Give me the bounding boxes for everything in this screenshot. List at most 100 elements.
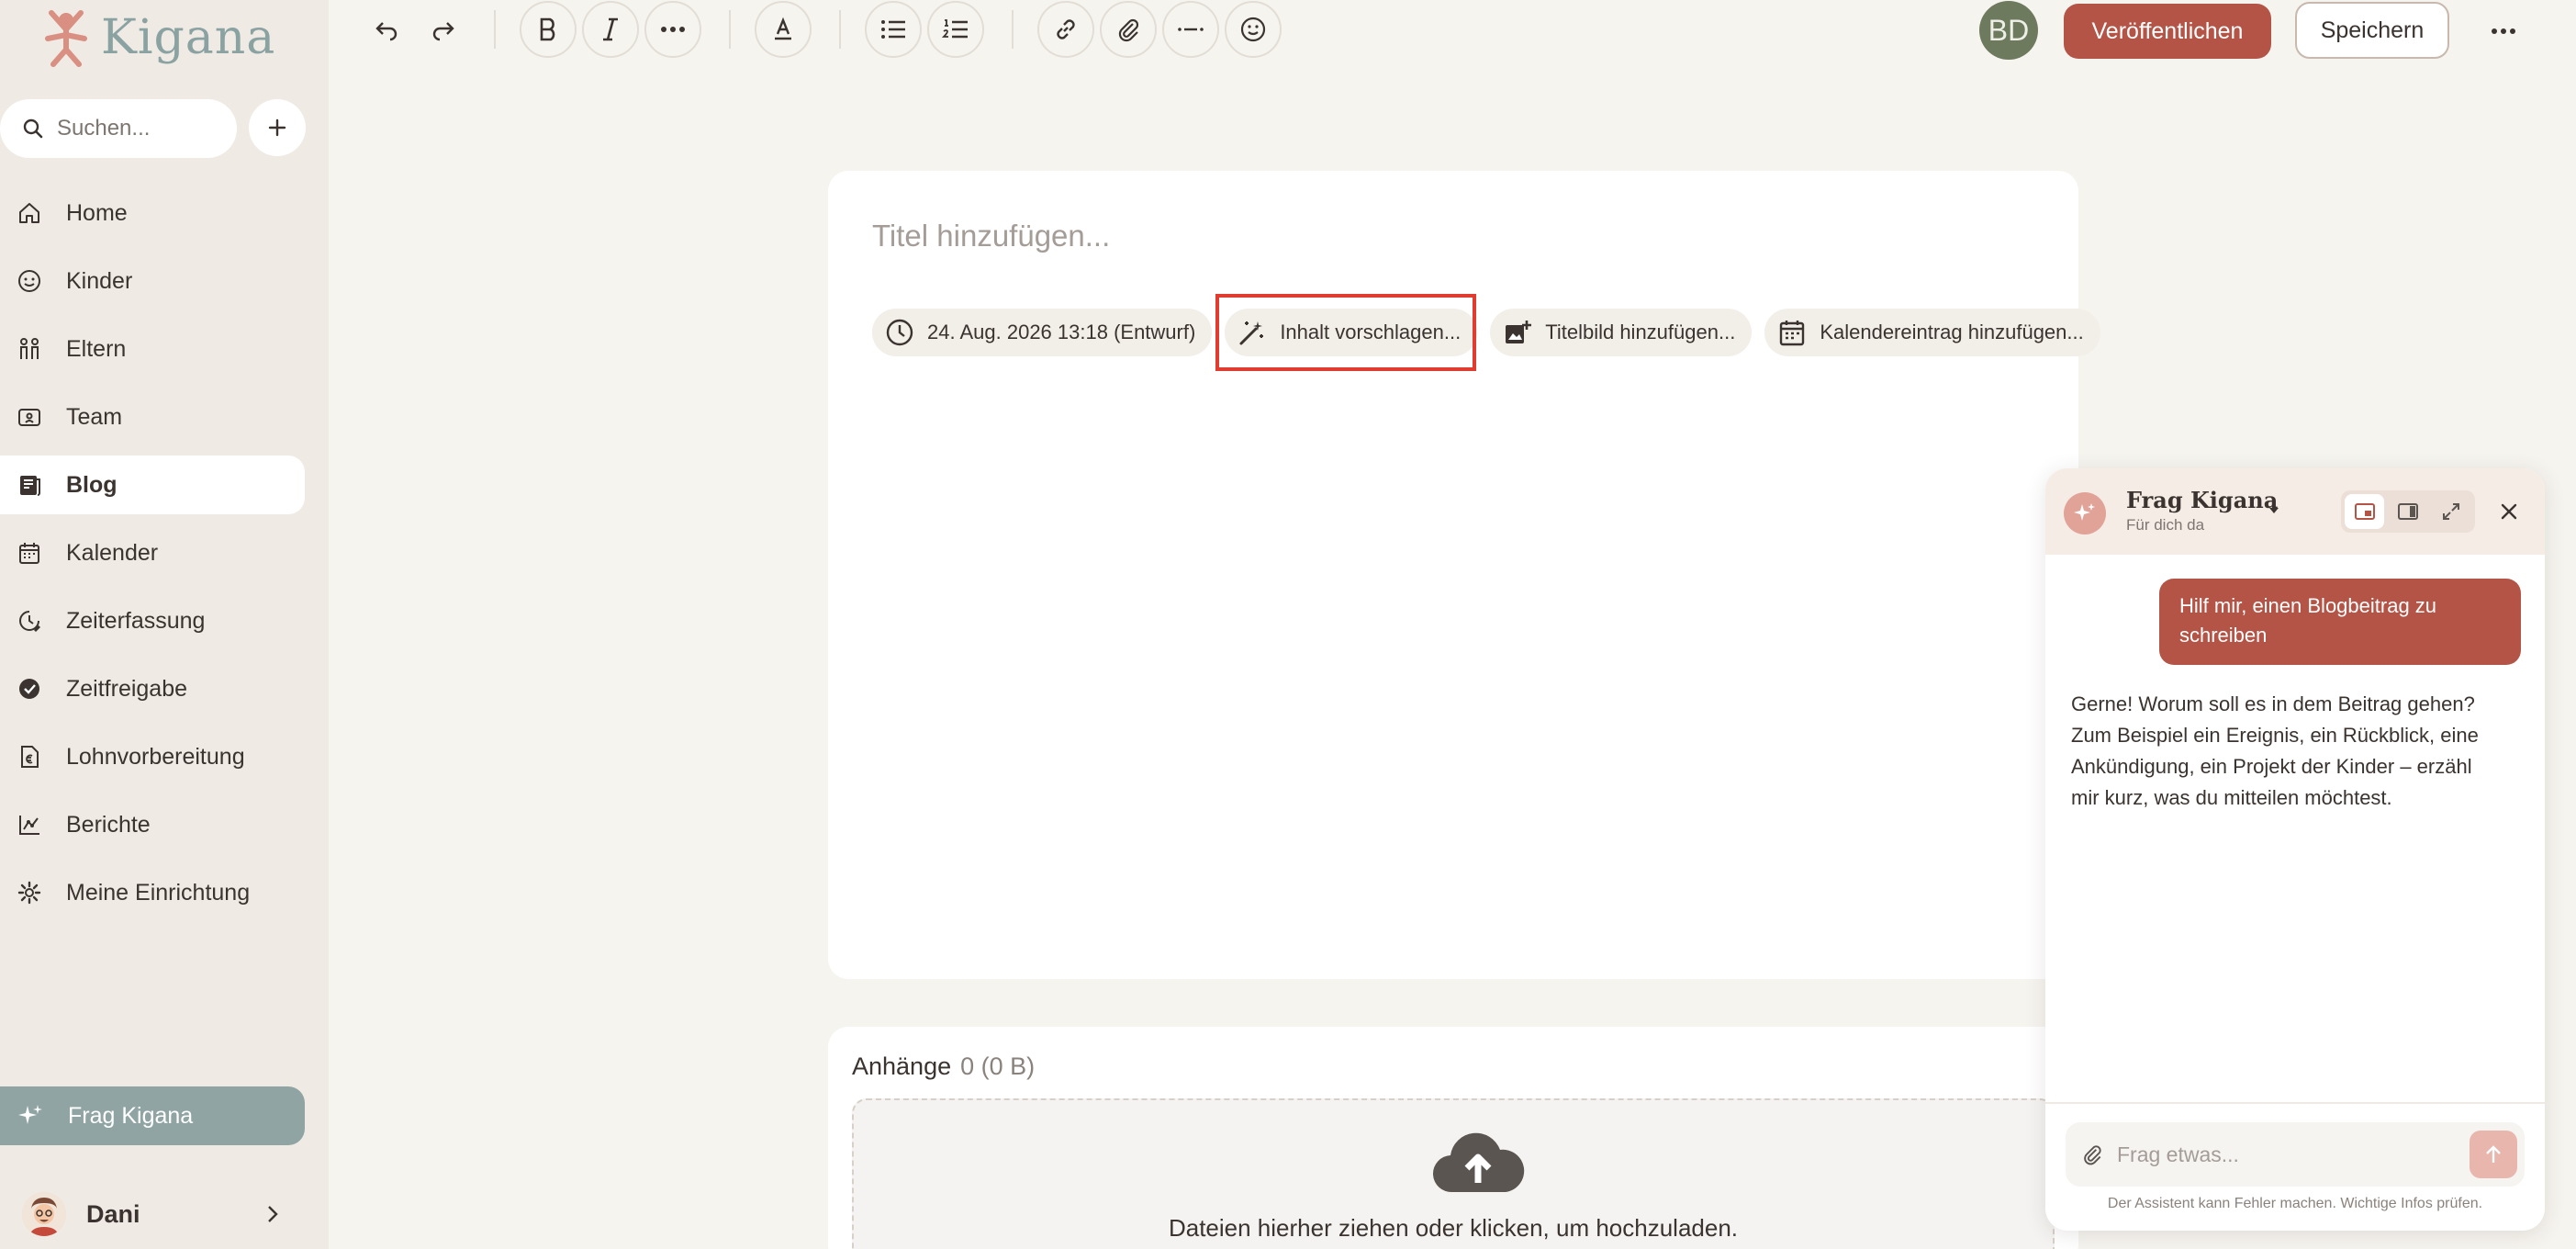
kigana-logo-icon	[45, 10, 87, 67]
attachments-card: Anhänge 0 (0 B) Dateien hierher ziehen od…	[828, 1027, 2078, 1249]
sidebar-item-zeiterfassung[interactable]: Zeiterfassung	[0, 591, 305, 650]
sidebar-item-label: Team	[66, 403, 123, 430]
upload-dropzone[interactable]: Dateien hierher ziehen oder klicken, um …	[852, 1098, 2055, 1249]
sidebar-item-label: Zeiterfassung	[66, 607, 206, 634]
sidebar-item-lohnvorbereitung[interactable]: Lohnvorbereitung	[0, 727, 305, 786]
sidebar-item-team[interactable]: Team	[0, 388, 305, 446]
logo-text: Kigana	[101, 10, 276, 65]
floating-view-button[interactable]	[2345, 494, 2385, 529]
clock-icon	[17, 608, 42, 634]
sidebar-item-label: Meine Einrichtung	[66, 879, 251, 906]
emoji-button[interactable]	[1225, 1, 1282, 58]
chat-disclaimer: Der Assistent kann Fehler machen. Wichti…	[2107, 1196, 2483, 1211]
attachments-count: 0 (0 B)	[960, 1052, 1036, 1080]
italic-icon	[603, 17, 618, 41]
add-button[interactable]	[249, 99, 306, 156]
editor-card[interactable]: Titel hinzufügen... 24. Aug. 2026 13:18 …	[828, 171, 2100, 979]
sidebar-item-label: Kinder	[66, 267, 133, 294]
picture-in-picture-icon	[2354, 503, 2375, 520]
send-button[interactable]	[2470, 1131, 2517, 1178]
divider-button[interactable]	[1162, 1, 1219, 58]
link-button[interactable]	[1037, 1, 1094, 58]
sidebar-item-label: Eltern	[66, 335, 127, 362]
calendar-entry-chip[interactable]: Kalendereintrag hinzufügen...	[1764, 309, 2100, 356]
chat-input[interactable]	[2117, 1142, 2447, 1167]
arrow-up-icon	[2486, 1145, 2501, 1163]
sidebar-item-frag-kigana[interactable]: Frag Kigana	[0, 1086, 305, 1145]
bold-button[interactable]	[520, 1, 577, 58]
expand-icon	[2443, 503, 2460, 520]
sidebar-item-zeitfreigabe[interactable]: Zeitfreigabe	[0, 659, 305, 718]
sidebar-item-blog[interactable]: Blog	[0, 456, 305, 514]
undo-button[interactable]	[358, 1, 415, 58]
sidebar-item-label: Kalender	[66, 539, 159, 566]
paperclip-icon	[1118, 18, 1139, 42]
chat-subtitle: Für dich da	[2126, 516, 2205, 534]
chevron-down-icon[interactable]	[2268, 507, 2279, 514]
sidebar-view-button[interactable]	[2388, 494, 2427, 529]
check-circle-icon	[17, 676, 42, 702]
emoji-icon	[1240, 17, 1266, 42]
sidebar-item-kalender[interactable]: Kalender	[0, 523, 305, 582]
italic-button[interactable]	[582, 1, 639, 58]
close-button[interactable]	[2493, 496, 2525, 527]
attach-button[interactable]	[1100, 1, 1157, 58]
paperclip-icon[interactable]	[2080, 1142, 2104, 1166]
sidebar-item-label: Berichte	[66, 811, 151, 838]
expand-view-button[interactable]	[2432, 494, 2471, 529]
title-input[interactable]: Titel hinzufügen...	[872, 219, 1110, 253]
home-icon	[17, 200, 42, 226]
date-chip[interactable]: 24. Aug. 2026 13:18 (Entwurf)	[872, 309, 1213, 356]
sidebar-item-eltern[interactable]: Eltern	[0, 320, 305, 378]
user-menu[interactable]: Dani	[0, 1185, 305, 1243]
bold-icon	[540, 17, 555, 41]
chat-panel: Frag Kigana Für dich da Hilf mir, einen …	[2045, 468, 2545, 1231]
avatar	[22, 1192, 66, 1236]
add-image-icon	[1506, 321, 1532, 343]
sidebar-item-home[interactable]: Home	[0, 184, 305, 242]
close-icon	[2501, 503, 2517, 520]
sidebar-item-label: Zeitfreigabe	[66, 675, 188, 702]
more-format-button[interactable]	[644, 1, 701, 58]
calendar-icon	[1780, 321, 1805, 346]
divider	[2045, 1102, 2545, 1104]
toolbar-divider	[839, 10, 841, 49]
sidebar-item-label: Home	[66, 199, 128, 226]
date-chip-label: 24. Aug. 2026 13:18 (Entwurf)	[927, 321, 1196, 343]
chat-title: Frag Kigana	[2126, 487, 2279, 513]
view-mode-toggle	[2341, 490, 2475, 533]
suggest-content-chip[interactable]: Inhalt vorschlagen...	[1225, 309, 1478, 356]
smiley-icon	[17, 268, 42, 294]
cover-image-chip[interactable]: Titelbild hinzufügen...	[1490, 309, 1753, 356]
numbered-list-icon	[942, 19, 968, 39]
sidebar-item-label: Blog	[66, 471, 118, 498]
publish-button[interactable]: Veröffentlichen	[2064, 4, 2271, 59]
chat-header: Frag Kigana Für dich da	[2045, 468, 2545, 555]
avatar[interactable]: BD	[1979, 1, 2038, 60]
logo[interactable]: Kigana	[40, 7, 275, 68]
bullet-list-button[interactable]	[865, 1, 922, 58]
redo-icon	[432, 22, 454, 41]
sidebar-panel-icon	[2397, 503, 2418, 520]
save-button[interactable]: Speichern	[2295, 2, 2449, 59]
more-menu-button[interactable]	[2479, 4, 2528, 59]
sidebar-item-kinder[interactable]: Kinder	[0, 252, 305, 310]
cover-chip-label: Titelbild hinzufügen...	[1545, 321, 1736, 343]
sidebar-item-label: Lohnvorbereitung	[66, 743, 245, 770]
link-icon	[1057, 19, 1075, 39]
text-color-button[interactable]	[755, 1, 812, 58]
sparkles-icon	[17, 1102, 44, 1130]
sidebar-item-berichte[interactable]: Berichte	[0, 795, 305, 854]
attachments-label: Anhänge	[852, 1052, 952, 1080]
sidebar-nav: Home Kinder Eltern Team Blog Kalender Ze…	[0, 184, 305, 931]
assistant-message: Gerne! Worum soll es in dem Beitrag gehe…	[2071, 692, 2479, 809]
suggest-chip-label: Inhalt vorschlagen...	[1280, 321, 1462, 343]
more-horizontal-icon	[661, 27, 685, 32]
redo-button[interactable]	[415, 1, 472, 58]
search-box[interactable]	[0, 99, 237, 158]
calendar-icon	[17, 540, 42, 566]
search-input[interactable]	[57, 116, 222, 141]
magic-wand-icon	[1239, 321, 1264, 345]
numbered-list-button[interactable]	[927, 1, 984, 58]
sidebar-item-meine-einrichtung[interactable]: Meine Einrichtung	[0, 863, 305, 922]
